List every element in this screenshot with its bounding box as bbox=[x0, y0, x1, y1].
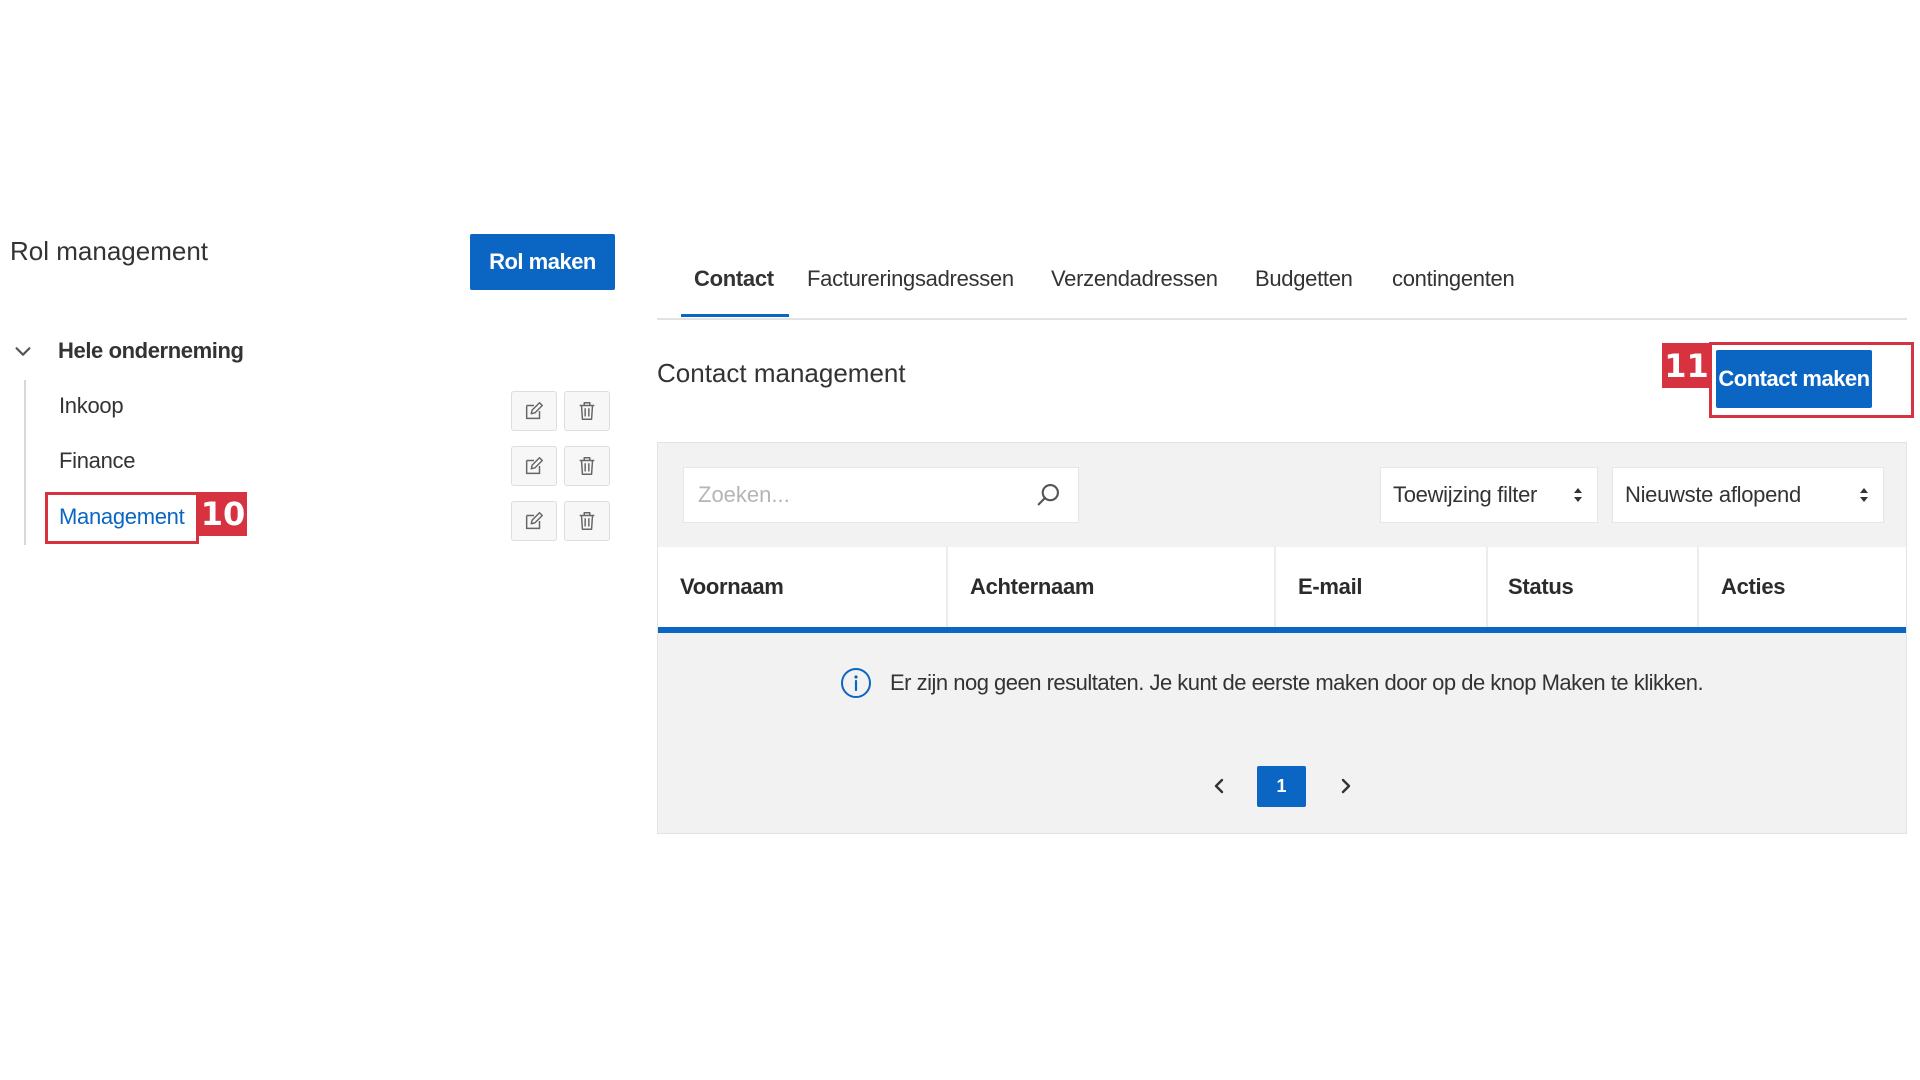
edit-role-button[interactable] bbox=[511, 446, 557, 486]
empty-state-message: Er zijn nog geen resultaten. Je kunt de … bbox=[840, 667, 1704, 699]
assignment-filter-select[interactable]: Toewijzing filter bbox=[1380, 467, 1598, 523]
table-header: Voornaam Achternaam E-mail Status Acties bbox=[658, 547, 1906, 633]
tree-item-finance[interactable]: Finance bbox=[59, 448, 135, 474]
highlight-box-management bbox=[45, 492, 199, 544]
sort-arrows-icon bbox=[1574, 488, 1582, 502]
tree-root-label: Hele onderneming bbox=[58, 338, 244, 363]
search-box[interactable] bbox=[683, 467, 1079, 523]
tree-item-inkoop[interactable]: Inkoop bbox=[59, 393, 124, 419]
sort-arrows-icon bbox=[1860, 488, 1868, 502]
create-role-button[interactable]: Rol maken bbox=[470, 234, 615, 290]
active-tab-indicator bbox=[681, 314, 789, 317]
column-header-email[interactable]: E-mail bbox=[1274, 547, 1486, 627]
column-header-status[interactable]: Status bbox=[1486, 547, 1697, 627]
trash-icon bbox=[579, 457, 595, 475]
step-badge-10: 10 bbox=[199, 492, 247, 536]
assignment-filter-label: Toewijzing filter bbox=[1393, 482, 1538, 507]
tab-budgetten[interactable]: Budgetten bbox=[1255, 266, 1353, 292]
edit-icon bbox=[525, 402, 543, 420]
empty-state-text: Er zijn nog geen resultaten. Je kunt de … bbox=[890, 670, 1704, 695]
sort-order-label: Nieuwste aflopend bbox=[1625, 482, 1801, 507]
trash-icon bbox=[579, 402, 595, 420]
column-header-acties[interactable]: Acties bbox=[1697, 547, 1906, 627]
edit-icon bbox=[525, 512, 543, 530]
trash-icon bbox=[579, 512, 595, 530]
tab-factureringsadressen[interactable]: Factureringsadressen bbox=[807, 266, 1014, 292]
contact-section-title: Contact management bbox=[657, 358, 906, 388]
highlight-box-contact-button bbox=[1709, 342, 1914, 418]
tree-root-company[interactable]: Hele onderneming bbox=[12, 336, 244, 366]
column-header-voornaam[interactable]: Voornaam bbox=[658, 547, 946, 627]
search-input[interactable] bbox=[696, 481, 1020, 509]
delete-role-button[interactable] bbox=[564, 391, 610, 431]
tab-verzendadressen[interactable]: Verzendadressen bbox=[1051, 266, 1218, 292]
edit-role-button[interactable] bbox=[511, 501, 557, 541]
column-header-achternaam[interactable]: Achternaam bbox=[946, 547, 1274, 627]
info-icon bbox=[841, 668, 871, 698]
sort-order-select[interactable]: Nieuwste aflopend bbox=[1612, 467, 1884, 523]
role-panel-title: Rol management bbox=[10, 236, 208, 266]
tab-bar: Contact Factureringsadressen Verzendadre… bbox=[657, 256, 1907, 320]
chevron-down-icon[interactable] bbox=[12, 340, 34, 362]
delete-role-button[interactable] bbox=[564, 446, 610, 486]
search-icon[interactable] bbox=[1034, 481, 1062, 509]
tab-contingenten[interactable]: contingenten bbox=[1392, 266, 1515, 292]
edit-role-button[interactable] bbox=[511, 391, 557, 431]
tab-contact[interactable]: Contact bbox=[694, 266, 774, 292]
pagination-page-button[interactable]: 1 bbox=[1257, 766, 1306, 807]
tree-connector-line bbox=[24, 380, 26, 545]
step-badge-11: 11 bbox=[1662, 343, 1711, 388]
chevron-left-icon[interactable] bbox=[1207, 774, 1231, 798]
chevron-right-icon[interactable] bbox=[1334, 774, 1358, 798]
edit-icon bbox=[525, 457, 543, 475]
delete-role-button[interactable] bbox=[564, 501, 610, 541]
